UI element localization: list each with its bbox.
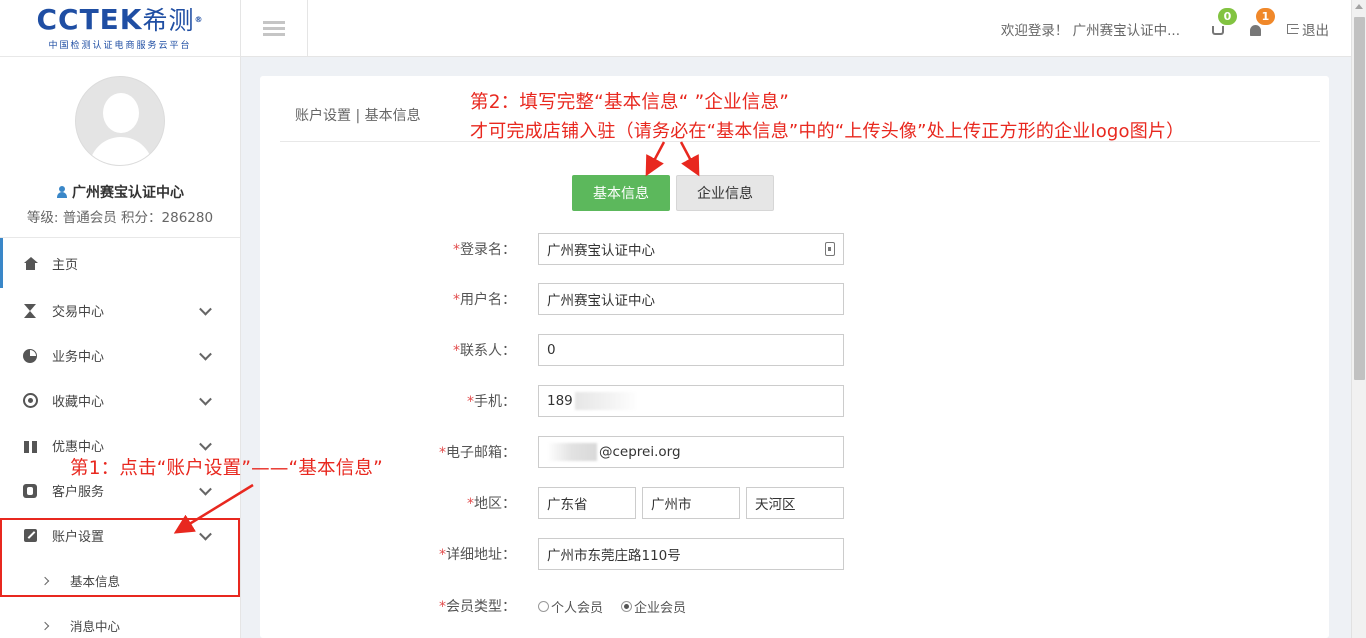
- annotation-highlight-box: [0, 518, 240, 597]
- breadcrumb: 账户设置 | 基本信息: [295, 108, 421, 124]
- form-row-region: *地区： 广东省 广州市 天河区: [260, 487, 844, 519]
- chevron-down-icon: [199, 482, 212, 496]
- login-name-label: 登录名：: [460, 242, 516, 258]
- form-row-phone: *手机： 189: [260, 385, 844, 417]
- form-row-contact: *联系人： 0: [260, 334, 844, 366]
- logout-link[interactable]: 退出: [1287, 19, 1329, 39]
- sidebar-item-trade[interactable]: 交易中心: [0, 288, 240, 333]
- content-panel: 账户设置 | 基本信息 基本信息 企业信息 *登录名： 广州赛宝认证中心 *用户…: [260, 76, 1329, 638]
- contact-input[interactable]: 0: [538, 334, 844, 366]
- chevron-down-icon: [199, 392, 212, 406]
- phone-label: 手机：: [474, 394, 516, 410]
- tab-company-info[interactable]: 企业信息: [676, 175, 774, 211]
- user-profile: 广州赛宝认证中心 等级: 普通会员 积分：286280: [0, 57, 240, 238]
- bell-icon: [1250, 24, 1261, 36]
- welcome-text: 欢迎登录！ 广州赛宝认证中...: [1000, 22, 1180, 39]
- logo-tagline: 中国检测认证电商服务云平台: [48, 40, 192, 51]
- home-icon: [23, 256, 38, 270]
- info-tabs: 基本信息 企业信息: [572, 175, 774, 211]
- notification-count-badge: 1: [1256, 7, 1275, 25]
- profile-name: 广州赛宝认证中心: [56, 182, 184, 202]
- annotation-step2-line1: 第2：填写完整“基本信息“ ”企业信息”: [470, 92, 789, 113]
- login-name-input[interactable]: 广州赛宝认证中心: [538, 233, 844, 265]
- username-input[interactable]: 广州赛宝认证中心: [538, 283, 844, 315]
- cart-button[interactable]: 0: [1212, 8, 1237, 35]
- sidebar-item-label: 主页: [52, 257, 79, 273]
- address-label: 详细地址：: [446, 547, 516, 563]
- sidebar-item-label: 优惠中心: [52, 440, 105, 455]
- redacted-blur: [574, 392, 639, 410]
- form-row-member-type: *会员类型： 个人会员 企业会员: [260, 590, 686, 622]
- registered-mark: ®: [194, 14, 204, 24]
- sidebar-item-home[interactable]: 主页: [0, 238, 240, 288]
- chevron-down-icon: [199, 302, 212, 316]
- sidebar-subitem-messages[interactable]: 消息中心: [0, 603, 240, 638]
- logout-label: 退出: [1302, 22, 1329, 39]
- user-icon: [56, 186, 68, 198]
- sidebar-subitem-label: 消息中心: [70, 619, 121, 634]
- sidebar-item-favorites[interactable]: 收藏中心: [0, 378, 240, 423]
- chevron-right-icon: [40, 621, 50, 630]
- sidebar-item-business[interactable]: 业务中心: [0, 333, 240, 378]
- redacted-blur: [547, 443, 597, 461]
- chevron-down-icon: [199, 347, 212, 361]
- annotation-step1: 第1：点击“账户设置”——“基本信息”: [70, 458, 383, 479]
- sidebar-item-label: 客户服务: [52, 485, 105, 500]
- sidebar-item-label: 交易中心: [52, 305, 105, 320]
- gift-icon: [23, 440, 37, 453]
- logo-brand-cn: 希测: [142, 5, 195, 35]
- phone-input[interactable]: 189: [538, 385, 844, 417]
- email-label: 电子邮箱：: [446, 445, 516, 461]
- scroll-thumb[interactable]: [1354, 17, 1365, 380]
- logout-icon: [1287, 23, 1299, 34]
- avatar[interactable]: [75, 76, 165, 166]
- phone-icon: [23, 483, 37, 498]
- cart-count-badge: 0: [1218, 8, 1237, 25]
- chevron-down-icon: [199, 437, 212, 451]
- cart-icon: [1212, 26, 1224, 35]
- province-select[interactable]: 广东省: [538, 487, 636, 519]
- member-type-label: 会员类型：: [446, 599, 516, 615]
- annotation-step2-line2: 才可完成店铺入驻（请务必在“基本信息”中的“上传头像”处上传正方形的企业logo…: [470, 121, 1185, 142]
- page-scrollbar[interactable]: [1351, 0, 1366, 638]
- topbar: 欢迎登录！ 广州赛宝认证中... 0 1 退出: [241, 0, 1351, 57]
- sidebar-item-label: 业务中心: [52, 350, 105, 365]
- id-card-icon: [825, 242, 835, 256]
- notification-button[interactable]: 1: [1250, 7, 1275, 36]
- sidebar-item-label: 收藏中心: [52, 395, 105, 410]
- profile-meta: 等级: 普通会员 积分：286280: [26, 210, 214, 226]
- hourglass-icon: [24, 303, 36, 318]
- logo-brand: CCTEK: [36, 2, 143, 36]
- tab-basic-info[interactable]: 基本信息: [572, 175, 670, 211]
- address-input[interactable]: 广州市东莞庄路110号: [538, 538, 844, 570]
- scroll-up-arrow-icon[interactable]: [1355, 4, 1363, 9]
- form-row-address: *详细地址： 广州市东莞庄路110号: [260, 538, 844, 570]
- region-label: 地区：: [474, 496, 516, 512]
- radio-company-member[interactable]: 企业会员: [621, 597, 686, 616]
- logo[interactable]: CCTEK希测® 中国检测认证电商服务云平台: [0, 0, 240, 57]
- pie-chart-icon: [23, 348, 37, 363]
- district-select[interactable]: 天河区: [746, 487, 844, 519]
- form-row-login-name: *登录名： 广州赛宝认证中心: [260, 233, 844, 265]
- profile-name-text: 广州赛宝认证中心: [72, 185, 184, 201]
- menu-toggle-button[interactable]: [241, 0, 308, 57]
- contact-label: 联系人：: [460, 343, 516, 359]
- radio-personal-member[interactable]: 个人会员: [538, 597, 603, 616]
- email-input[interactable]: @ceprei.org: [538, 436, 844, 468]
- form-row-username: *用户名： 广州赛宝认证中心: [260, 283, 844, 315]
- city-select[interactable]: 广州市: [642, 487, 740, 519]
- eye-icon: [22, 393, 38, 408]
- username-label: 用户名：: [460, 292, 516, 308]
